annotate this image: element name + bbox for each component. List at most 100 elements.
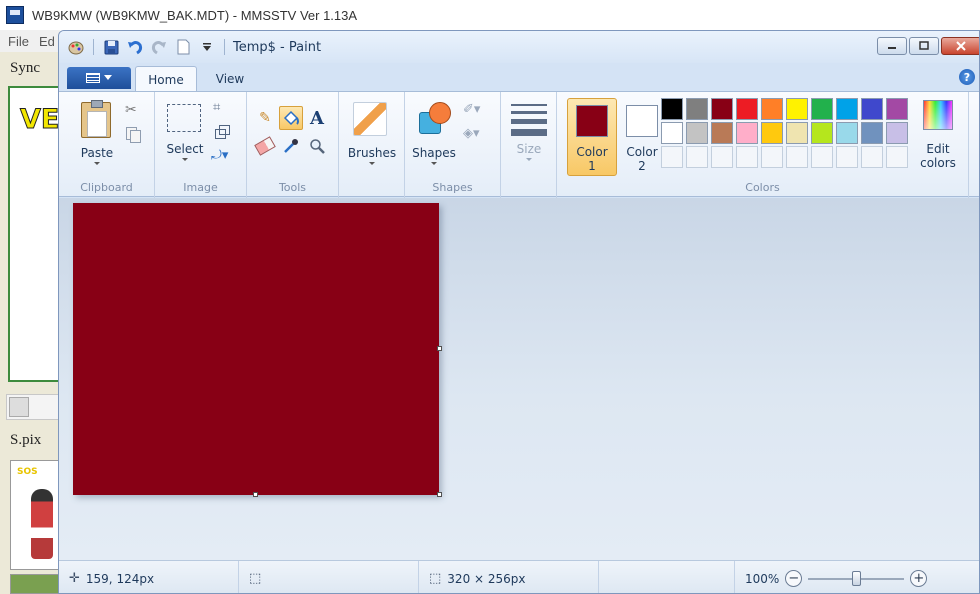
status-image-size: ⬚ 320 × 256px xyxy=(419,561,599,593)
zoom-out-button[interactable]: − xyxy=(785,570,803,587)
mmsstv-tool-button[interactable] xyxy=(9,397,29,417)
zoom-slider-thumb[interactable] xyxy=(851,571,861,586)
resize-handle-bottom[interactable] xyxy=(253,492,258,497)
eraser-icon[interactable] xyxy=(253,134,277,158)
cursor-position-text: 159, 124px xyxy=(85,571,155,586)
tab-view[interactable]: View xyxy=(205,66,255,91)
save-icon[interactable] xyxy=(102,38,120,56)
menu-edit[interactable]: Ed xyxy=(39,34,55,49)
rx-image-panel[interactable]: VE xyxy=(8,86,60,382)
drawing-canvas[interactable] xyxy=(73,203,439,495)
menu-file[interactable]: File xyxy=(8,34,29,49)
maximize-button[interactable] xyxy=(909,37,939,55)
palette-swatch[interactable] xyxy=(836,98,858,120)
magnifier-icon[interactable] xyxy=(305,134,329,158)
brushes-button[interactable]: Brushes xyxy=(345,100,399,176)
group-label-tools: Tools xyxy=(278,181,307,194)
palette-swatch[interactable] xyxy=(661,122,683,144)
status-cursor-position: ✛ 159, 124px xyxy=(59,561,239,593)
undo-icon[interactable] xyxy=(126,38,144,56)
palette-swatch[interactable] xyxy=(811,98,833,120)
palette-swatch[interactable] xyxy=(886,122,908,144)
palette-custom-slot[interactable] xyxy=(861,146,883,168)
resize-handle-corner[interactable] xyxy=(437,492,442,497)
palette-swatch[interactable] xyxy=(711,122,733,144)
palette-custom-slot[interactable] xyxy=(686,146,708,168)
tab-home[interactable]: Home xyxy=(135,66,197,92)
palette-swatch[interactable] xyxy=(686,98,708,120)
palette-swatch[interactable] xyxy=(786,122,808,144)
palette-custom-slot[interactable] xyxy=(836,146,858,168)
palette-swatch[interactable] xyxy=(761,98,783,120)
new-document-icon[interactable] xyxy=(174,38,192,56)
zoom-slider[interactable] xyxy=(808,570,905,587)
sstv-thumbnail-2[interactable] xyxy=(10,574,60,594)
shapes-icon xyxy=(419,102,451,134)
sstv-thumbnail[interactable]: SOS xyxy=(10,460,60,570)
mmsstv-titlebar[interactable]: WB9KMW (WB9KMW_BAK.MDT) - MMSSTV Ver 1.1… xyxy=(0,0,980,30)
paint-titlebar[interactable]: Temp$ - Paint xyxy=(59,31,979,63)
color2-button[interactable]: Color 2 xyxy=(617,98,667,176)
selection-size-icon: ⬚ xyxy=(249,571,262,586)
edit-colors-button[interactable]: Edit colors xyxy=(915,98,961,176)
canvas-area[interactable] xyxy=(59,198,979,560)
palette-swatch[interactable] xyxy=(861,122,883,144)
paint-window: Temp$ - Paint Home View ? Paste ✂ Clipbo… xyxy=(58,30,980,594)
crop-icon[interactable]: ⌗ xyxy=(213,100,229,116)
chevron-down-icon xyxy=(104,75,112,80)
palette-custom-slot[interactable] xyxy=(711,146,733,168)
redo-icon[interactable] xyxy=(150,38,168,56)
palette-swatch[interactable] xyxy=(686,122,708,144)
group-label-shapes: Shapes xyxy=(432,181,473,194)
selection-rectangle-icon xyxy=(167,104,201,132)
color1-swatch xyxy=(576,105,608,137)
palette-custom-slot[interactable] xyxy=(761,146,783,168)
palette-custom-slot[interactable] xyxy=(661,146,683,168)
shapes-button[interactable]: Shapes xyxy=(409,100,459,176)
color-picker-icon[interactable] xyxy=(279,134,303,158)
palette-custom-slot[interactable] xyxy=(886,146,908,168)
copy-icon[interactable] xyxy=(125,126,141,143)
paint-menu-button[interactable] xyxy=(67,67,131,89)
color1-button[interactable]: Color 1 xyxy=(567,98,617,176)
cut-icon[interactable]: ✂ xyxy=(125,102,141,118)
paint-app-icon[interactable] xyxy=(67,38,85,56)
palette-custom-slot[interactable] xyxy=(786,146,808,168)
select-button[interactable]: Select xyxy=(165,104,205,176)
shape-fill-icon[interactable]: ◈▾ xyxy=(463,126,487,144)
palette-swatch[interactable] xyxy=(736,98,758,120)
palette-custom-slot[interactable] xyxy=(736,146,758,168)
mmsstv-toolbar xyxy=(6,394,60,420)
resize-icon[interactable] xyxy=(213,124,230,140)
palette-swatch[interactable] xyxy=(836,122,858,144)
palette-custom-slot[interactable] xyxy=(811,146,833,168)
fill-bucket-icon[interactable] xyxy=(279,106,303,130)
group-size: Size xyxy=(501,92,557,198)
paste-button[interactable]: Paste xyxy=(71,100,123,176)
zoom-in-button[interactable]: + xyxy=(910,570,928,587)
group-shapes: Shapes ✐▾ ◈▾ Shapes xyxy=(405,92,501,198)
line-size-icon xyxy=(511,104,547,136)
pencil-icon[interactable]: ✎ xyxy=(253,106,277,130)
rotate-icon[interactable]: ⤾▾ xyxy=(211,148,237,164)
group-colors: Color 1 Color 2 Edit colors Colors xyxy=(557,92,969,198)
palette-swatch[interactable] xyxy=(886,98,908,120)
clipboard-icon xyxy=(81,100,111,138)
resize-handle-right[interactable] xyxy=(437,346,442,351)
palette-swatch[interactable] xyxy=(811,122,833,144)
shape-outline-icon[interactable]: ✐▾ xyxy=(463,102,487,120)
close-button[interactable] xyxy=(941,37,979,55)
palette-swatch[interactable] xyxy=(786,98,808,120)
palette-swatch[interactable] xyxy=(761,122,783,144)
minimize-button[interactable] xyxy=(877,37,907,55)
qat-customize-icon[interactable] xyxy=(198,38,216,56)
size-button[interactable]: Size xyxy=(509,104,549,176)
thumbnail-caption: SOS xyxy=(17,467,38,477)
paint-menu-icon xyxy=(86,73,100,83)
palette-swatch[interactable] xyxy=(711,98,733,120)
palette-swatch[interactable] xyxy=(736,122,758,144)
palette-swatch[interactable] xyxy=(661,98,683,120)
palette-swatch[interactable] xyxy=(861,98,883,120)
text-tool-icon[interactable]: A xyxy=(305,106,329,130)
help-icon[interactable]: ? xyxy=(959,69,975,85)
